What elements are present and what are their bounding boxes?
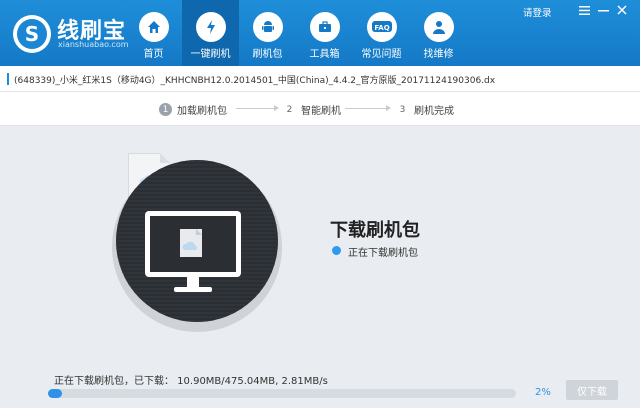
close-icon[interactable] <box>615 4 629 16</box>
nav-label: 刷机包 <box>252 49 283 60</box>
progress-percent: 2% <box>535 387 551 398</box>
download-progress-bar <box>48 389 516 398</box>
step-2: 2 智能刷机 <box>283 102 341 118</box>
step-arrow-icon <box>236 105 279 111</box>
step-number: 3 <box>399 104 406 115</box>
login-link[interactable]: 请登录 <box>523 5 552 19</box>
window-controls <box>577 4 629 16</box>
rom-file-name: (648339)_小米_红米1S（移动4G）_KHHCNBH12.0.20145… <box>14 76 496 86</box>
minimize-icon[interactable] <box>596 4 610 16</box>
status-title: 下载刷机包 <box>330 220 420 241</box>
nav-one-click-flash[interactable]: 一键刷机 <box>182 0 239 66</box>
svg-text:FAQ: FAQ <box>374 24 389 32</box>
person-icon <box>423 12 454 42</box>
faq-icon: FAQ <box>366 12 397 42</box>
download-only-button[interactable]: 仅下载 <box>566 380 618 400</box>
step-3: 3 刷机完成 <box>396 102 454 118</box>
nav-label: 工具箱 <box>309 49 340 60</box>
step-indicator: 1 加载刷机包 2 智能刷机 3 刷机完成 <box>0 92 640 126</box>
android-icon <box>252 12 283 42</box>
status-detail: 正在下载刷机包 <box>348 248 418 259</box>
step-1: 1 加载刷机包 <box>159 102 227 117</box>
download-progress-text: 正在下载刷机包，已下载： 10.90MB/475.04MB, 2.81MB/s <box>54 376 328 387</box>
nav-label: 首页 <box>143 49 164 60</box>
progress-fill <box>48 389 63 398</box>
nav-rom-package[interactable]: 刷机包 <box>239 0 296 66</box>
step-label: 智能刷机 <box>301 106 341 117</box>
app-subtitle: xianshuabao.com <box>58 40 129 49</box>
logo-icon: S <box>13 15 51 53</box>
step-arrow-icon <box>345 105 391 111</box>
app-header: S 线刷宝 xianshuabao.com 首页 一键刷机 刷机包 工具箱 FA… <box>0 0 640 66</box>
nav-label: 找维修 <box>423 49 454 60</box>
file-bar: (648339)_小米_红米1S（移动4G）_KHHCNBH12.0.20145… <box>0 66 640 92</box>
step-label: 加载刷机包 <box>177 106 227 117</box>
lightning-icon <box>195 12 226 42</box>
status-indicator-icon <box>332 246 341 255</box>
home-icon <box>138 12 169 42</box>
monitor-icon <box>116 160 278 322</box>
step-number: 1 <box>159 103 172 116</box>
download-illustration <box>116 160 278 322</box>
nav-find-repair[interactable]: 找维修 <box>410 0 467 66</box>
nav-home[interactable]: 首页 <box>125 0 182 66</box>
nav-label: 一键刷机 <box>190 49 231 60</box>
nav-toolbox[interactable]: 工具箱 <box>296 0 353 66</box>
toolbox-icon <box>309 12 340 42</box>
svg-text:S: S <box>25 22 39 46</box>
nav-label: 常见问题 <box>361 49 402 60</box>
main-nav: 首页 一键刷机 刷机包 工具箱 FAQ 常见问题 找维修 <box>125 0 467 66</box>
step-label: 刷机完成 <box>414 106 454 117</box>
nav-faq[interactable]: FAQ 常见问题 <box>353 0 410 66</box>
menu-icon[interactable] <box>577 4 591 16</box>
file-bar-marker <box>7 73 9 85</box>
step-number: 2 <box>286 104 293 115</box>
